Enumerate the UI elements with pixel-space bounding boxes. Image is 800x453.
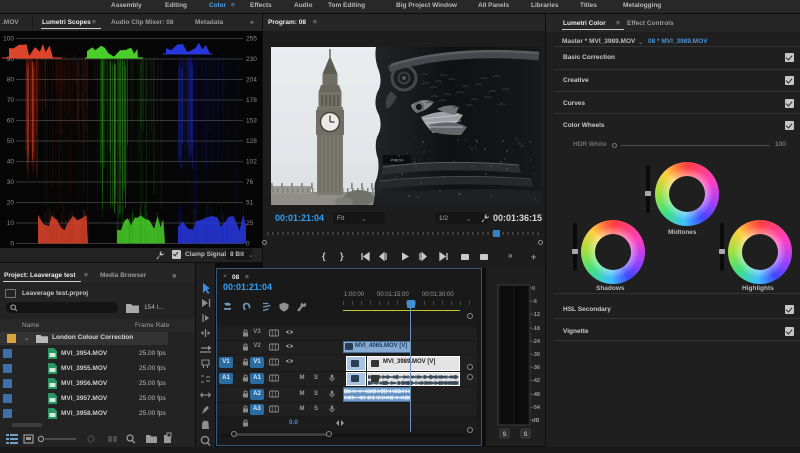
svg-text:25: 25 [246,220,254,227]
svg-text:-30: -30 [532,352,540,358]
svg-text:{: { [322,251,326,261]
svg-text:0: 0 [10,241,14,248]
svg-text:-18: -18 [532,326,540,332]
svg-text:S: S [523,432,527,438]
svg-text:60: 60 [7,118,15,125]
svg-text:S: S [502,432,506,438]
svg-text:50: 50 [7,138,15,145]
svg-text:76: 76 [246,179,254,186]
svg-text:40: 40 [7,159,15,166]
svg-text:70: 70 [7,97,15,104]
svg-text:30: 30 [7,179,15,186]
svg-text:20: 20 [7,200,15,207]
svg-text:}: } [340,251,344,261]
svg-text:-54: -54 [532,405,541,411]
svg-text:51: 51 [246,200,254,207]
svg-text:0: 0 [532,286,535,292]
svg-text:80: 80 [7,77,15,84]
svg-text:255: 255 [246,36,257,43]
svg-text:·PRIOR·: ·PRIOR· [389,158,404,163]
svg-text:-24: -24 [532,339,541,345]
svg-text:dB: dB [532,418,539,424]
svg-text:128: 128 [246,138,257,145]
svg-text:100: 100 [3,36,14,43]
svg-text:10: 10 [7,220,15,227]
svg-text:-42: -42 [532,378,540,384]
svg-text:-12: -12 [532,312,540,318]
svg-text:-36: -36 [532,365,540,371]
svg-text:178: 178 [246,97,257,104]
svg-text:102: 102 [246,159,257,166]
svg-text:-48: -48 [532,392,540,398]
svg-text:204: 204 [246,77,257,84]
svg-text:230: 230 [246,56,257,63]
svg-text:0: 0 [246,241,250,248]
svg-text:153: 153 [246,118,257,125]
svg-text:-6: -6 [532,299,537,305]
